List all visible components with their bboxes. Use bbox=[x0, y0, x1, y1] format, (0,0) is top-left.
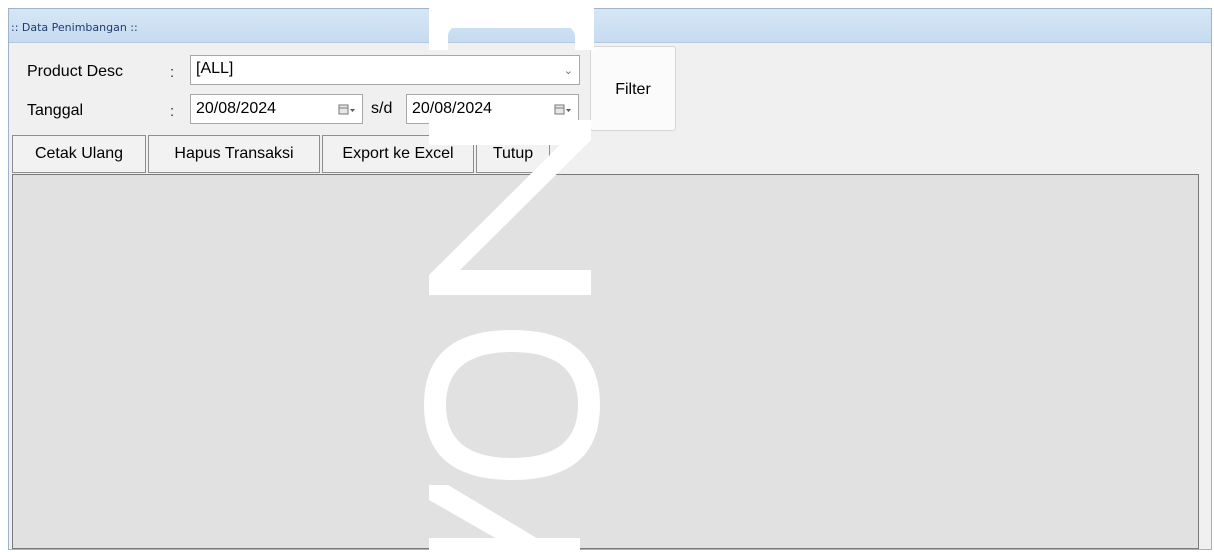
calendar-icon[interactable] bbox=[338, 103, 356, 117]
cetak-ulang-button[interactable]: Cetak Ulang bbox=[12, 135, 146, 173]
range-separator: s/d bbox=[371, 100, 393, 117]
window-title: :: Data Penimbangan :: bbox=[11, 21, 138, 34]
hapus-transaksi-button[interactable]: Hapus Transaksi bbox=[148, 135, 320, 173]
date-to-picker[interactable]: 20/08/2024 bbox=[406, 94, 579, 124]
chevron-down-icon[interactable]: ⌄ bbox=[564, 64, 573, 77]
date-from-picker[interactable]: 20/08/2024 bbox=[190, 94, 363, 124]
tutup-button[interactable]: Tutup bbox=[476, 135, 550, 173]
product-desc-label: Product Desc bbox=[27, 63, 124, 80]
calendar-icon[interactable] bbox=[554, 103, 572, 117]
tanggal-colon: : bbox=[170, 103, 175, 120]
date-to-value: 20/08/2024 bbox=[412, 100, 493, 117]
product-desc-colon: : bbox=[170, 64, 175, 81]
product-desc-value: [ALL] bbox=[196, 60, 234, 77]
data-penimbangan-window: :: Data Penimbangan :: Product Desc : [A… bbox=[8, 8, 1212, 550]
title-bar: :: Data Penimbangan :: bbox=[9, 9, 1211, 43]
product-desc-select[interactable]: [ALL] ⌄ bbox=[190, 55, 580, 85]
tanggal-label: Tanggal bbox=[27, 102, 84, 119]
export-excel-button[interactable]: Export ke Excel bbox=[322, 135, 474, 173]
filter-button[interactable]: Filter bbox=[590, 46, 676, 131]
date-from-value: 20/08/2024 bbox=[196, 100, 277, 117]
data-grid[interactable] bbox=[12, 174, 1199, 549]
